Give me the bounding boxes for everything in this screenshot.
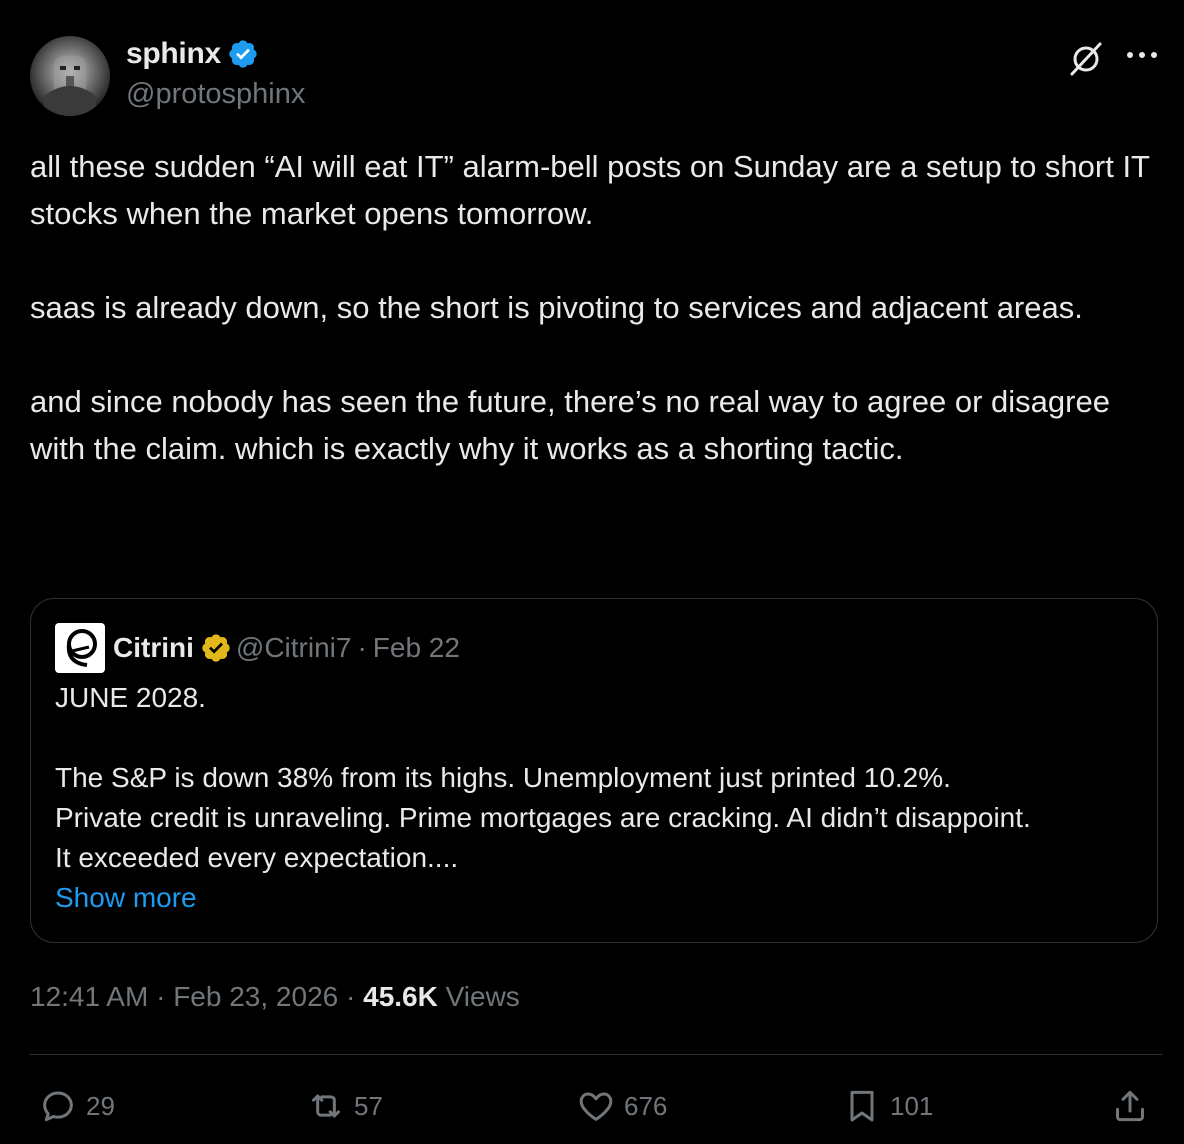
separator-dot: · (357, 632, 367, 663)
quoted-tweet-line: Private credit is unraveling. Prime mort… (55, 802, 1031, 833)
bookmark-count: 101 (890, 1090, 934, 1121)
tweet-paragraph: and since nobody has seen the future, th… (30, 384, 1110, 466)
tweet-paragraph: saas is already down, so the short is pi… (30, 290, 1083, 325)
bookmark-button[interactable]: 101 (842, 1086, 933, 1126)
separator-dot: · (346, 981, 356, 1012)
reply-icon (43, 1091, 73, 1122)
like-count: 676 (624, 1090, 668, 1121)
share-button[interactable] (1110, 1086, 1150, 1126)
bookmark-icon (850, 1090, 874, 1122)
repost-button[interactable]: 57 (306, 1086, 383, 1126)
repost-count: 57 (354, 1090, 383, 1121)
divider (30, 1054, 1162, 1055)
quoted-tweet-text: JUNE 2028. The S&P is down 38% from its … (55, 678, 1145, 918)
tweet-time[interactable]: 12:41 AM (30, 981, 148, 1012)
author-name-row[interactable]: sphinx (126, 37, 259, 71)
repost-icon (312, 1094, 340, 1118)
tweet-meta: 12:41 AM · Feb 23, 2026 · 45.6K Views (30, 981, 520, 1013)
quoted-author-handle[interactable]: @Citrini7 (236, 632, 352, 664)
grok-icon (1070, 42, 1102, 76)
quoted-tweet-line: The S&P is down 38% from its highs. Unem… (55, 762, 951, 793)
quoted-tweet-date[interactable]: Feb 22 (373, 632, 460, 664)
views-label: Views (445, 981, 520, 1012)
more-icon (1127, 52, 1157, 58)
reply-button[interactable]: 29 (38, 1086, 115, 1126)
author-name[interactable]: sphinx (126, 37, 221, 71)
tweet-date[interactable]: Feb 23, 2026 (173, 981, 338, 1012)
quoted-tweet-line: JUNE 2028. (55, 682, 206, 713)
quoted-author-avatar[interactable] (55, 623, 105, 673)
heart-icon (579, 1092, 613, 1121)
share-icon (1116, 1090, 1144, 1122)
tweet-paragraph: all these sudden “AI will eat IT” alarm-… (30, 149, 1150, 231)
quoted-tweet-line: It exceeded every expectation.... (55, 842, 459, 873)
like-button[interactable]: 676 (576, 1086, 667, 1126)
tweet-text: all these sudden “AI will eat IT” alarm-… (30, 143, 1154, 472)
quoted-tweet-card[interactable]: Citrini @Citrini7 · Feb 22 JUNE 2028. Th… (30, 598, 1158, 943)
views-count: 45.6K (363, 981, 438, 1012)
reply-count: 29 (86, 1090, 115, 1121)
author-handle[interactable]: @protosphinx (126, 78, 305, 111)
verified-badge-icon (202, 634, 230, 662)
quoted-author-name[interactable]: Citrini (113, 632, 194, 664)
verified-badge-icon (229, 40, 257, 68)
separator-dot: · (156, 981, 166, 1012)
more-options-button[interactable] (1122, 40, 1162, 70)
show-more-link[interactable]: Show more (55, 878, 1145, 918)
author-avatar[interactable] (30, 36, 110, 116)
quoted-tweet-header: Citrini @Citrini7 · Feb 22 (55, 623, 460, 673)
grok-button[interactable] (1066, 38, 1106, 78)
